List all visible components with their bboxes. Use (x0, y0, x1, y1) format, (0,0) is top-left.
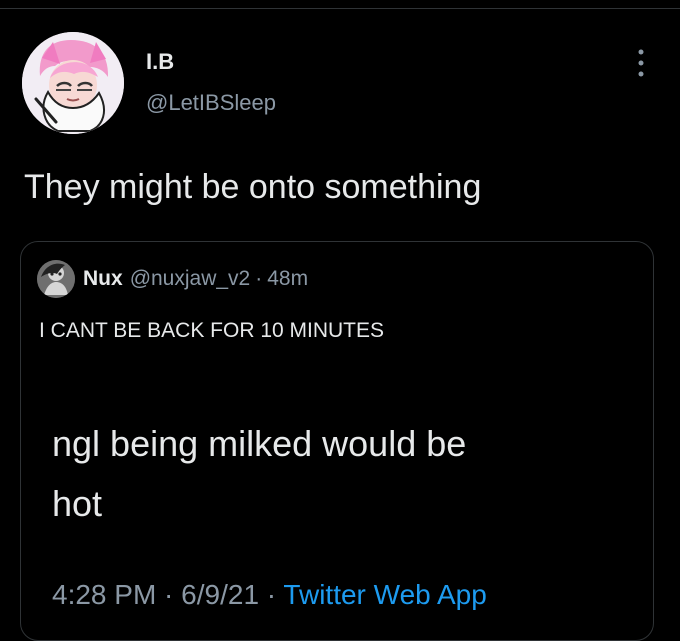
source-link[interactable]: Twitter Web App (283, 579, 486, 610)
caption-text: ngl being milked would be hot (52, 414, 466, 534)
quoted-author-handle[interactable]: @nuxjaw_v2 (130, 267, 251, 291)
quoted-tweet-text: I CANT BE BACK FOR 10 MINUTES (39, 319, 385, 342)
quoted-tweet-header: Nux @nuxjaw_v2 · 48m (37, 260, 308, 298)
author-handle[interactable]: @LetIBSleep (146, 89, 276, 117)
tweet-meta: 4:28 PM · 6/9/21 · Twitter Web App (52, 577, 487, 613)
anime-avatar-icon (22, 32, 124, 134)
caption-line-2: hot (52, 483, 103, 524)
top-divider (0, 8, 680, 9)
author-avatar[interactable] (22, 32, 124, 134)
author-name[interactable]: I.B (146, 48, 174, 76)
quoted-separator: · (255, 267, 263, 290)
quoted-author-avatar[interactable] (37, 260, 75, 298)
tweet-text: They might be onto something (24, 168, 482, 206)
tweet-time[interactable]: 4:28 PM (52, 579, 156, 610)
quoted-author-name[interactable]: Nux (83, 267, 123, 291)
meta-separator-1: · (156, 579, 182, 610)
quoted-timestamp[interactable]: 48m (267, 267, 308, 291)
quoted-avatar-icon (37, 260, 75, 298)
caption-line-1: ngl being milked would be (52, 423, 467, 464)
more-options-icon (638, 49, 644, 77)
tweet-date[interactable]: 6/9/21 (181, 579, 259, 610)
more-options-button[interactable] (624, 42, 658, 84)
meta-separator-2: · (259, 579, 284, 610)
